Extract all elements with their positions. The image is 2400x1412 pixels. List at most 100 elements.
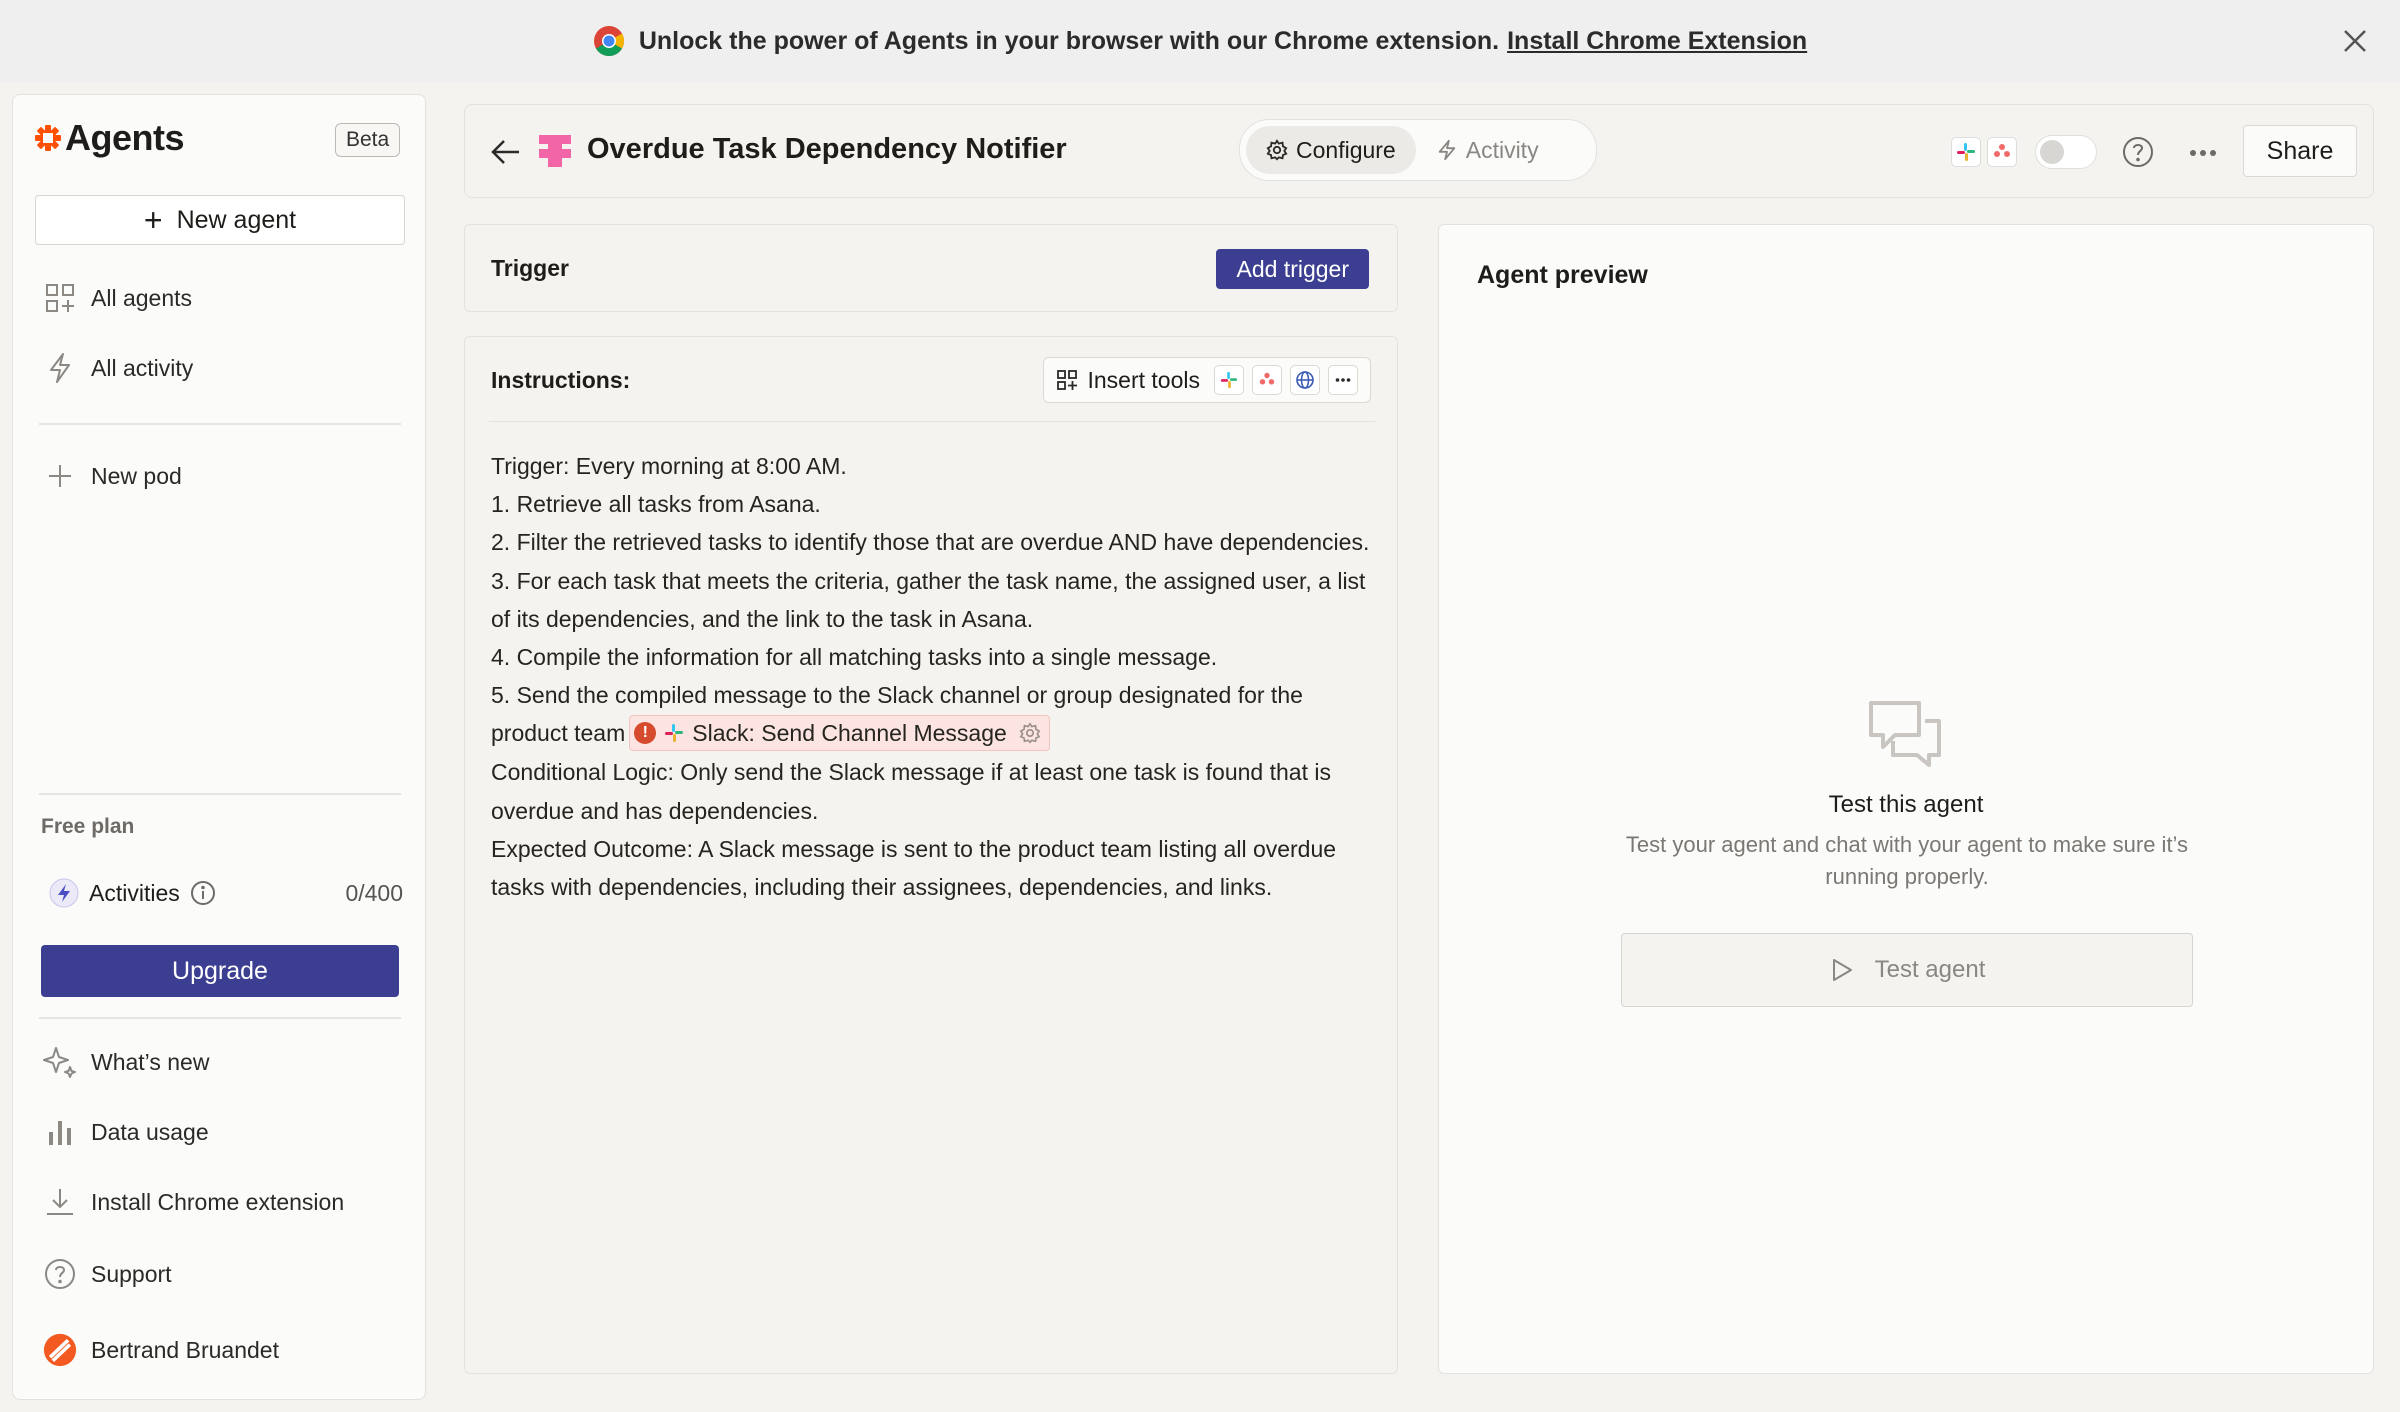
instructions-editor[interactable]: Trigger: Every morning at 8:00 AM. 1. Re… — [491, 447, 1371, 906]
bolt-icon — [1438, 139, 1455, 161]
new-pod-button[interactable]: New pod — [43, 451, 403, 501]
instruction-line: 3. For each task that meets the criteria… — [491, 567, 1366, 632]
sidebar: Agents Beta + New agent All agents All a… — [12, 94, 426, 1400]
zapier-logo-icon — [35, 125, 61, 151]
activities-label: Activities — [89, 879, 180, 906]
instruction-line: Expected Outcome: A Slack message is sen… — [491, 835, 1337, 900]
gear-icon[interactable] — [1019, 722, 1041, 744]
test-agent-heading: Test this agent — [1828, 791, 1984, 818]
add-trigger-button[interactable]: Add trigger — [1216, 249, 1369, 289]
globe-icon[interactable] — [1290, 365, 1320, 395]
instruction-line: 5. Send the compiled message to the Slac… — [491, 676, 1371, 753]
more-options-icon[interactable] — [2185, 135, 2221, 171]
sidebar-item-label: All activity — [91, 354, 194, 381]
trigger-section: Trigger Add trigger — [464, 224, 1398, 312]
upgrade-button[interactable]: Upgrade — [41, 945, 399, 997]
tab-label: Activity — [1465, 136, 1539, 163]
grid-icon — [43, 281, 77, 315]
sidebar-item-all-activity[interactable]: All activity — [43, 343, 403, 393]
agent-header: Overdue Task Dependency Notifier Configu… — [464, 104, 2374, 198]
instruction-line: Trigger: Every morning at 8:00 AM. — [491, 453, 847, 479]
sidebar-item-support[interactable]: Support — [43, 1249, 403, 1299]
sidebar-item-label: Support — [91, 1260, 172, 1287]
plus-icon — [43, 459, 77, 493]
sidebar-item-user-profile[interactable]: Bertrand Bruandet — [43, 1325, 403, 1375]
plus-icon: + — [143, 201, 163, 238]
slack-action-pill[interactable]: ! Slack: Send Channel Message — [629, 715, 1050, 752]
agent-preview-panel: Agent preview Test this agent Test your … — [1438, 224, 2374, 1374]
sparkle-icon — [43, 1045, 77, 1079]
sidebar-item-label: Data usage — [91, 1118, 209, 1145]
agent-enabled-toggle[interactable] — [2035, 135, 2097, 169]
trigger-label: Trigger — [491, 255, 569, 281]
instruction-line: 1. Retrieve all tasks from Asana. — [491, 491, 821, 518]
preview-title: Agent preview — [1477, 261, 1648, 289]
sidebar-item-whats-new[interactable]: What’s new — [43, 1037, 403, 1087]
close-icon[interactable] — [2338, 24, 2372, 58]
install-extension-link[interactable]: Install Chrome Extension — [1507, 27, 1807, 56]
warning-icon: ! — [634, 722, 657, 745]
toggle-knob — [2040, 140, 2064, 164]
instruction-line: 4. Compile the information for all match… — [491, 644, 1218, 671]
instructions-section: Instructions: Insert tools Trigger: Ever… — [464, 336, 1398, 1374]
sidebar-item-label: What’s new — [91, 1048, 210, 1075]
banner-text: Unlock the power of Agents in your brows… — [638, 26, 1500, 55]
agent-title[interactable]: Overdue Task Dependency Notifier — [587, 133, 1067, 166]
asana-icon — [1987, 137, 2017, 167]
sidebar-item-data-usage[interactable]: Data usage — [43, 1107, 403, 1157]
slack-icon — [665, 724, 684, 743]
brand[interactable]: Agents — [35, 117, 185, 159]
plan-label: Free plan — [41, 815, 135, 838]
help-circle-icon — [43, 1257, 77, 1291]
avatar — [43, 1333, 77, 1367]
test-agent-label: Test agent — [1874, 956, 1986, 983]
brand-name: Agents — [65, 117, 185, 158]
tab-activity[interactable]: Activity — [1416, 126, 1559, 174]
agent-logo-icon — [537, 133, 573, 169]
action-pill-label: Slack: Send Channel Message — [692, 720, 1007, 747]
bolt-circle-icon — [49, 878, 79, 908]
insert-tools-bar: Insert tools — [1042, 357, 1371, 403]
instructions-label: Instructions: — [491, 367, 631, 393]
tab-configure[interactable]: Configure — [1246, 126, 1416, 174]
sidebar-item-label: All agents — [91, 284, 193, 311]
activities-usage: Activities 0/400 — [49, 873, 403, 913]
new-agent-label: New agent — [176, 205, 297, 234]
divider — [39, 1017, 401, 1019]
view-tabs: Configure Activity — [1239, 119, 1597, 181]
play-icon — [1832, 959, 1852, 981]
sidebar-item-install-extension[interactable]: Install Chrome extension — [43, 1177, 403, 1227]
slack-icon — [1951, 137, 1981, 167]
instruction-line: 2. Filter the retrieved tasks to identif… — [491, 529, 1370, 556]
extension-banner: Unlock the power of Agents in your brows… — [0, 0, 2400, 82]
bar-chart-icon — [43, 1115, 77, 1149]
insert-tools-button[interactable]: Insert tools — [1088, 367, 1201, 394]
asana-icon[interactable] — [1252, 365, 1282, 395]
gear-icon — [1266, 139, 1288, 161]
test-agent-button[interactable]: Test agent — [1621, 933, 2193, 1007]
sidebar-item-label: Install Chrome extension — [91, 1188, 345, 1215]
beta-badge: Beta — [335, 123, 401, 157]
share-button[interactable]: Share — [2243, 125, 2357, 177]
bolt-icon — [43, 351, 77, 385]
tab-label: Configure — [1296, 136, 1396, 163]
new-pod-label: New pod — [91, 462, 182, 489]
activities-count: 0/400 — [345, 879, 403, 906]
test-agent-description: Test your agent and chat with your agent… — [1625, 832, 2189, 889]
download-icon — [43, 1185, 77, 1219]
sidebar-item-all-agents[interactable]: All agents — [43, 273, 403, 323]
back-arrow-icon[interactable] — [489, 135, 523, 169]
slack-icon[interactable] — [1214, 365, 1244, 395]
divider — [39, 423, 401, 425]
more-options-icon[interactable] — [1328, 365, 1358, 395]
chrome-icon — [593, 26, 624, 57]
instruction-line: Conditional Logic: Only send the Slack m… — [491, 759, 1331, 824]
chat-bubbles-icon — [1869, 701, 1941, 767]
divider — [39, 793, 401, 795]
info-icon[interactable] — [190, 880, 216, 906]
new-agent-button[interactable]: + New agent — [35, 195, 405, 245]
divider — [489, 421, 1375, 422]
grid-plus-icon — [1056, 370, 1077, 390]
help-circle-icon[interactable] — [2121, 135, 2157, 171]
user-name: Bertrand Bruandet — [91, 1336, 279, 1363]
